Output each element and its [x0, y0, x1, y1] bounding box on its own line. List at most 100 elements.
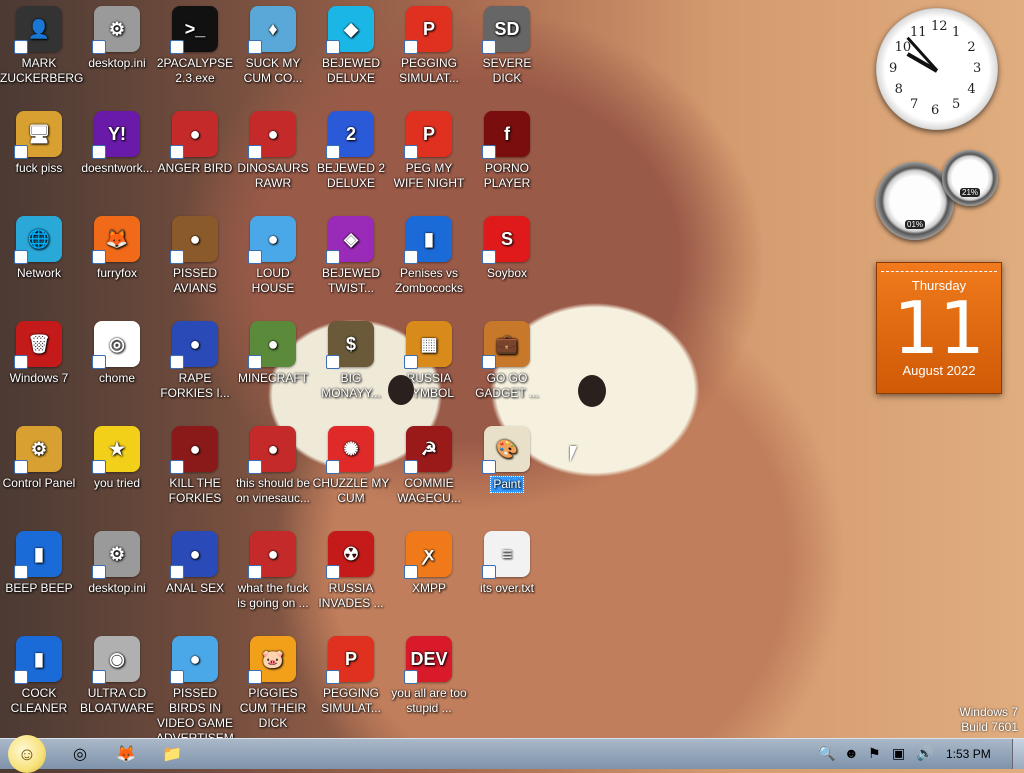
desktop-icon-label: ULTRA CD BLOATWARE — [79, 686, 154, 715]
desktop-icon[interactable]: P PEGGING SIMULAT... — [390, 0, 468, 100]
action-center-flag-icon[interactable]: ⚑ — [868, 745, 881, 762]
shortcut-arrow-icon — [14, 670, 28, 684]
clock-gadget[interactable]: 12 1 2 3 4 5 6 7 8 9 10 11 — [876, 8, 998, 130]
desktop-icon[interactable]: DEV you all are too stupid ... — [390, 630, 468, 730]
start-orb-icon[interactable]: ☺ — [8, 735, 46, 773]
desktop-icon[interactable]: 🗑 Windows 7 — [0, 315, 78, 415]
desktop-icon[interactable]: 🎨 Paint — [468, 420, 546, 520]
desktop-icon[interactable]: ● ANGER BIRD — [156, 105, 234, 205]
desktop-icon-label: MARK ZUCKERBERG — [0, 56, 84, 85]
desktop-icon-label: CHUZZLE MY CUM — [312, 476, 390, 505]
desktop-icon[interactable]: ♦ SUCK MY CUM CO... — [234, 0, 312, 100]
text-file-icon: ≡ — [482, 531, 530, 579]
desktop-icon[interactable]: 💼 GO GO GADGET ... — [468, 315, 546, 415]
desktop-icon-label: furryfox — [96, 266, 137, 280]
desktop-icon[interactable]: 🖥 fuck piss — [0, 105, 78, 205]
angry-bird-icon: ● — [170, 636, 218, 684]
desktop-icon[interactable]: ◈ BEJEWED TWIST... — [312, 210, 390, 310]
angry-bird-icon: ● — [248, 426, 296, 474]
clock-number: 10 — [894, 40, 912, 55]
desktop-icon[interactable]: ꭗ XMPP — [390, 525, 468, 625]
desktop-icon-label: DINOSAURS RAWR — [237, 161, 309, 190]
desktop-icon[interactable]: ▮ Penises vs Zombococks — [390, 210, 468, 310]
desktop-icon[interactable]: $ BIG MONAYY... — [312, 315, 390, 415]
desktop-icon[interactable]: ≡ its over.txt — [468, 525, 546, 625]
angry-bird-icon: ● — [248, 531, 296, 579]
desktop-icon[interactable]: ● this should be on vinesauc... — [234, 420, 312, 520]
network-tray-icon[interactable]: ▣ — [892, 745, 905, 762]
shortcut-arrow-icon — [482, 250, 496, 264]
desktop-icon[interactable]: ● MINECRAFT — [234, 315, 312, 415]
desktop-icon[interactable]: ●PISSED BIRDS IN VIDEO GAME ADVERTISEM..… — [156, 630, 244, 745]
desktop-icon-label: MINECRAFT — [238, 371, 308, 385]
desktop-icon-label: COMMIE WAGECU... — [397, 476, 461, 505]
desktop-icon-label: this should be on vinesauc... — [235, 476, 311, 505]
desktop-icon-label: BEJEWED TWIST... — [321, 266, 380, 295]
desktop-icon[interactable]: P PEG MY WIFE NIGHT — [390, 105, 468, 205]
desktop-icon[interactable]: 🐷 PIGGIES CUM THEIR DICK — [234, 630, 312, 730]
desktop-icon[interactable]: 🦊 furryfox — [78, 210, 156, 310]
taskbar-folder-icon[interactable]: 📁 — [160, 743, 184, 765]
clock-number: 9 — [889, 61, 898, 76]
desktop-icon[interactable]: ◉ ULTRA CD BLOATWARE — [78, 630, 156, 730]
sd-gear-icon: SD — [482, 6, 530, 54]
desktop-icon[interactable]: ▮ COCK CLEANER — [0, 630, 78, 730]
search-icon[interactable]: 🔍 — [818, 745, 835, 762]
taskbar-chrome-icon[interactable]: ◎ — [68, 743, 92, 765]
shortcut-arrow-icon — [92, 145, 106, 159]
desktop-icon[interactable]: ● ANAL SEX — [156, 525, 234, 625]
angry-bird-icon: ● — [248, 216, 296, 264]
p-icon: P — [404, 6, 452, 54]
desktop-icon[interactable]: ⚙ Control Panel — [0, 420, 78, 520]
shortcut-arrow-icon — [14, 355, 28, 369]
shortcut-arrow-icon — [404, 40, 418, 54]
desktop-icon[interactable]: ▮ BEEP BEEP — [0, 525, 78, 625]
windows-watermark: Windows 7 Build 7601 — [959, 705, 1018, 735]
desktop-icon[interactable]: ⚙ desktop.ini — [78, 0, 156, 100]
desktop-icon[interactable]: ☢ RUSSIA INVADES ... — [312, 525, 390, 625]
desktop-icon[interactable]: ◆ BEJEWED DELUXE — [312, 0, 390, 100]
desktop-icon[interactable]: 🌐 Network — [0, 210, 78, 310]
desktop-icon[interactable]: 2 BEJEWED 2 DELUXE — [312, 105, 390, 205]
desktop-icon-label: Penises vs Zombococks — [394, 266, 464, 295]
show-desktop-button[interactable] — [1012, 739, 1024, 769]
calendar-gadget[interactable]: Thursday 11 August 2022 — [876, 262, 1002, 394]
desktop[interactable]: 👤 MARK ZUCKERBERG ⚙ desktop.ini >_ 2PACALYPSE… — [0, 0, 860, 745]
desktop-icon[interactable]: >_ 2PACALYPSE 2.3.exe — [156, 0, 234, 100]
taskbar-clock[interactable]: 1:53 PM — [946, 747, 991, 761]
tray-smiley-icon[interactable]: ☻ — [844, 745, 859, 761]
desktop-icon-label: Control Panel — [2, 476, 76, 490]
desktop-icon[interactable]: ● LOUD HOUSE — [234, 210, 312, 310]
desktop-icon-label: fuck piss — [15, 161, 63, 175]
desktop-icon[interactable]: P PEGGING SIMULAT... — [312, 630, 390, 730]
desktop-icon[interactable]: S Soybox — [468, 210, 546, 310]
desktop-icon[interactable]: ☭ COMMIE WAGECU... — [390, 420, 468, 520]
clock-number: 6 — [931, 103, 940, 118]
desktop-icon[interactable]: ● DINOSAURS RAWR — [234, 105, 312, 205]
desktop-icon[interactable]: ✺ CHUZZLE MY CUM — [312, 420, 390, 520]
desktop-icon[interactable]: ◎ chome — [78, 315, 156, 415]
desktop-icon[interactable]: ● what the fuck is going on ... — [234, 525, 312, 625]
shortcut-arrow-icon — [482, 460, 496, 474]
taskbar-firefox-icon[interactable]: 🦊 — [114, 743, 138, 765]
volume-icon[interactable]: 🔊 — [916, 745, 933, 762]
shortcut-arrow-icon — [92, 40, 106, 54]
angry-bird-icon: ● — [248, 321, 296, 369]
desktop-icon[interactable]: SD SEVERE DICK — [468, 0, 546, 100]
desktop-icon[interactable]: Y! doesntwork... — [78, 105, 156, 205]
shortcut-arrow-icon — [14, 460, 28, 474]
desktop-icon[interactable]: ⚙ desktop.ini — [78, 525, 156, 625]
desktop-icon-label: Network — [16, 266, 61, 280]
clock-number: 8 — [894, 82, 903, 97]
desktop-icon[interactable]: ● KILL THE FORKIES — [156, 420, 234, 520]
desktop-icon[interactable]: 👤 MARK ZUCKERBERG — [0, 0, 84, 100]
angry-bird-icon: ● — [170, 111, 218, 159]
desktop-icon[interactable]: ● PISSED AVIANS — [156, 210, 234, 310]
memory-meter-gadget[interactable]: 21% — [942, 150, 998, 206]
desktop-icon[interactable]: ★ you tried — [78, 420, 156, 520]
desktop-icon-label: desktop.ini — [88, 581, 146, 595]
desktop-icon-label: chome — [98, 371, 136, 385]
desktop-icon-label: doesntwork... — [81, 161, 153, 175]
desktop-icon[interactable]: ● RAPE FORKIES I... — [156, 315, 234, 415]
desktop-icon[interactable]: f PORNO PLAYER — [468, 105, 546, 205]
